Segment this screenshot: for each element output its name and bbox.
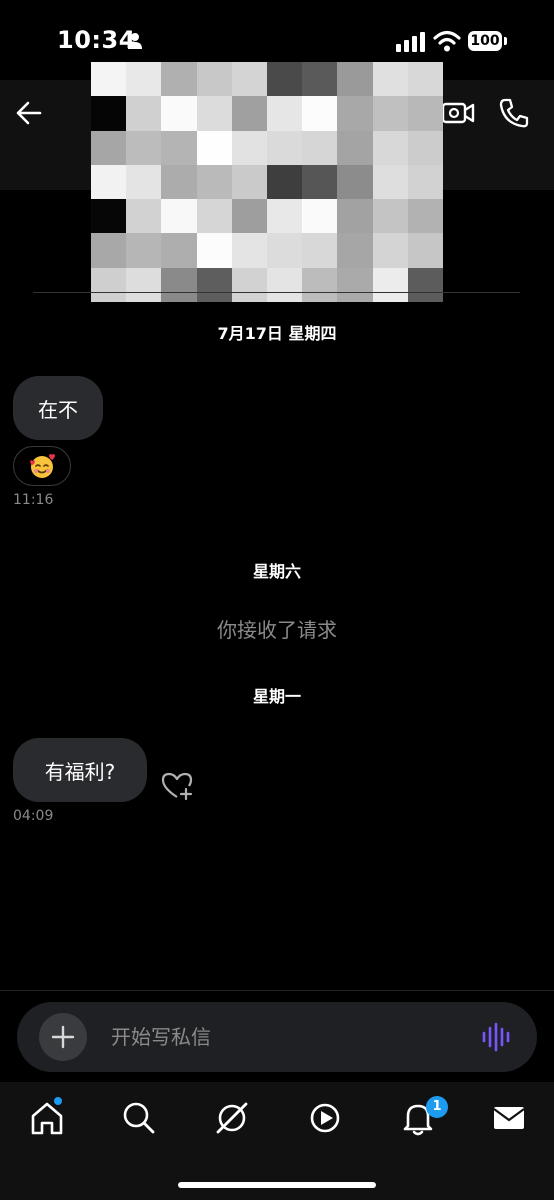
home-indicator[interactable] [178,1182,376,1188]
add-attachment-button[interactable] [39,1013,87,1061]
messages-envelope-icon[interactable] [487,1096,531,1140]
status-time: 10:34 [57,26,136,54]
video-call-icon[interactable] [440,98,476,128]
header-divider [33,292,520,293]
heart-plus-icon[interactable] [160,770,194,802]
message-timestamp: 04:09 [13,808,54,824]
person-icon [128,33,142,49]
grok-icon[interactable] [210,1096,254,1140]
message-bubble[interactable]: 在不 [13,376,103,440]
message-bubble[interactable]: 有福利? [13,738,147,802]
message-text: 在不 [38,397,78,422]
search-icon[interactable] [117,1096,161,1140]
composer-divider [0,990,554,991]
voice-message-icon[interactable] [481,1022,511,1052]
date-separator: 7月17日 星期四 [217,324,337,343]
avatar[interactable] [91,62,443,302]
message-reaction[interactable] [13,446,71,486]
home-icon[interactable] [25,1096,69,1140]
date-separator: 星期一 [252,687,301,706]
smiling-face-with-hearts-icon [30,454,55,478]
back-arrow-icon[interactable] [10,94,48,132]
date-separator: 星期六 [252,562,301,581]
home-unread-dot [54,1097,62,1105]
phone-call-icon[interactable] [496,96,532,130]
notifications-badge: 1 [426,1096,448,1118]
battery-indicator: 100 [468,31,508,51]
message-input[interactable] [111,1022,451,1052]
cellular-signal-icon [396,32,425,52]
message-composer [17,1002,537,1072]
video-play-icon[interactable] [303,1096,347,1140]
wifi-icon [433,30,461,52]
battery-level: 100 [468,31,502,51]
plus-icon [51,1025,75,1049]
message-timestamp: 11:16 [13,492,54,508]
system-message: 你接收了请求 [217,618,337,642]
message-text: 有福利? [44,759,116,784]
